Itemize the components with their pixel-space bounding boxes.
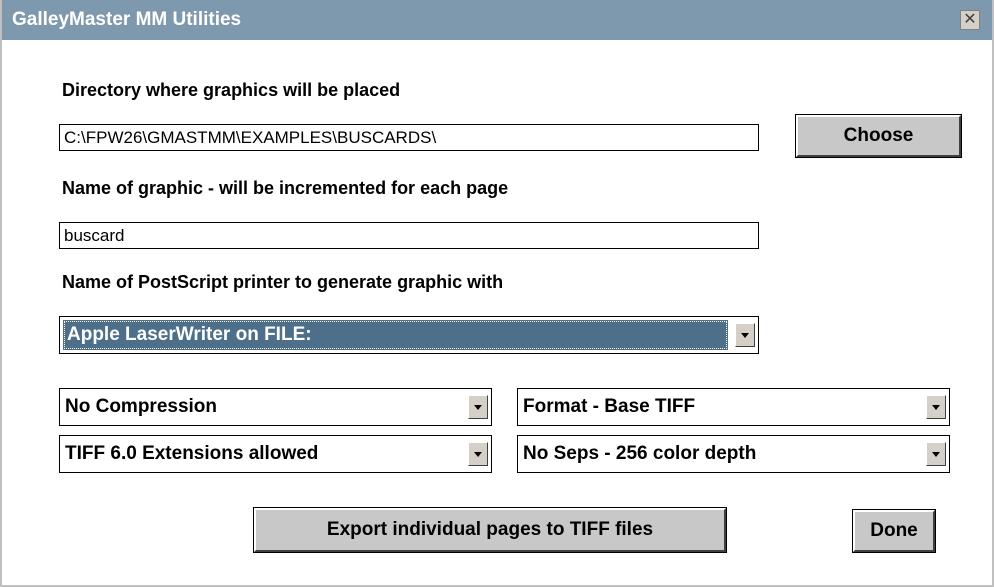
graphic-name-label: Name of graphic - will be incremented fo… [62, 178, 509, 198]
compression-value: No Compression [65, 396, 218, 417]
chevron-down-icon[interactable] [926, 442, 946, 466]
export-button[interactable]: Export individual pages to TIFF files [253, 507, 727, 553]
compression-select[interactable]: No Compression [59, 388, 492, 426]
chevron-down-icon[interactable] [468, 442, 488, 466]
done-button[interactable]: Done [852, 509, 936, 553]
seps-select[interactable]: No Seps - 256 color depth [517, 435, 950, 473]
directory-input[interactable]: C:\FPW26\GMASTMM\EXAMPLES\BUSCARDS\ [59, 124, 759, 151]
extensions-value: TIFF 6.0 Extensions allowed [65, 443, 319, 464]
chevron-down-icon[interactable] [735, 323, 755, 347]
format-select[interactable]: Format - Base TIFF [517, 388, 950, 426]
printer-label: Name of PostScript printer to generate g… [62, 272, 504, 292]
close-icon[interactable]: ✕ [960, 10, 980, 30]
graphic-name-input[interactable]: buscard [59, 222, 759, 249]
window-title: GalleyMaster MM Utilities [12, 9, 242, 30]
printer-selected-value: Apple LaserWriter on FILE: [63, 320, 728, 350]
choose-button[interactable]: Choose [795, 114, 962, 158]
directory-label: Directory where graphics will be placed [62, 80, 401, 100]
seps-value: No Seps - 256 color depth [523, 443, 757, 464]
format-value: Format - Base TIFF [523, 396, 696, 417]
printer-select[interactable]: Apple LaserWriter on FILE: [59, 316, 759, 354]
title-bar[interactable]: GalleyMaster MM Utilities ✕ [2, 0, 992, 40]
chevron-down-icon[interactable] [468, 395, 488, 419]
extensions-select[interactable]: TIFF 6.0 Extensions allowed [59, 435, 492, 473]
dialog-window: GalleyMaster MM Utilities ✕ Directory wh… [0, 0, 994, 587]
chevron-down-icon[interactable] [926, 395, 946, 419]
